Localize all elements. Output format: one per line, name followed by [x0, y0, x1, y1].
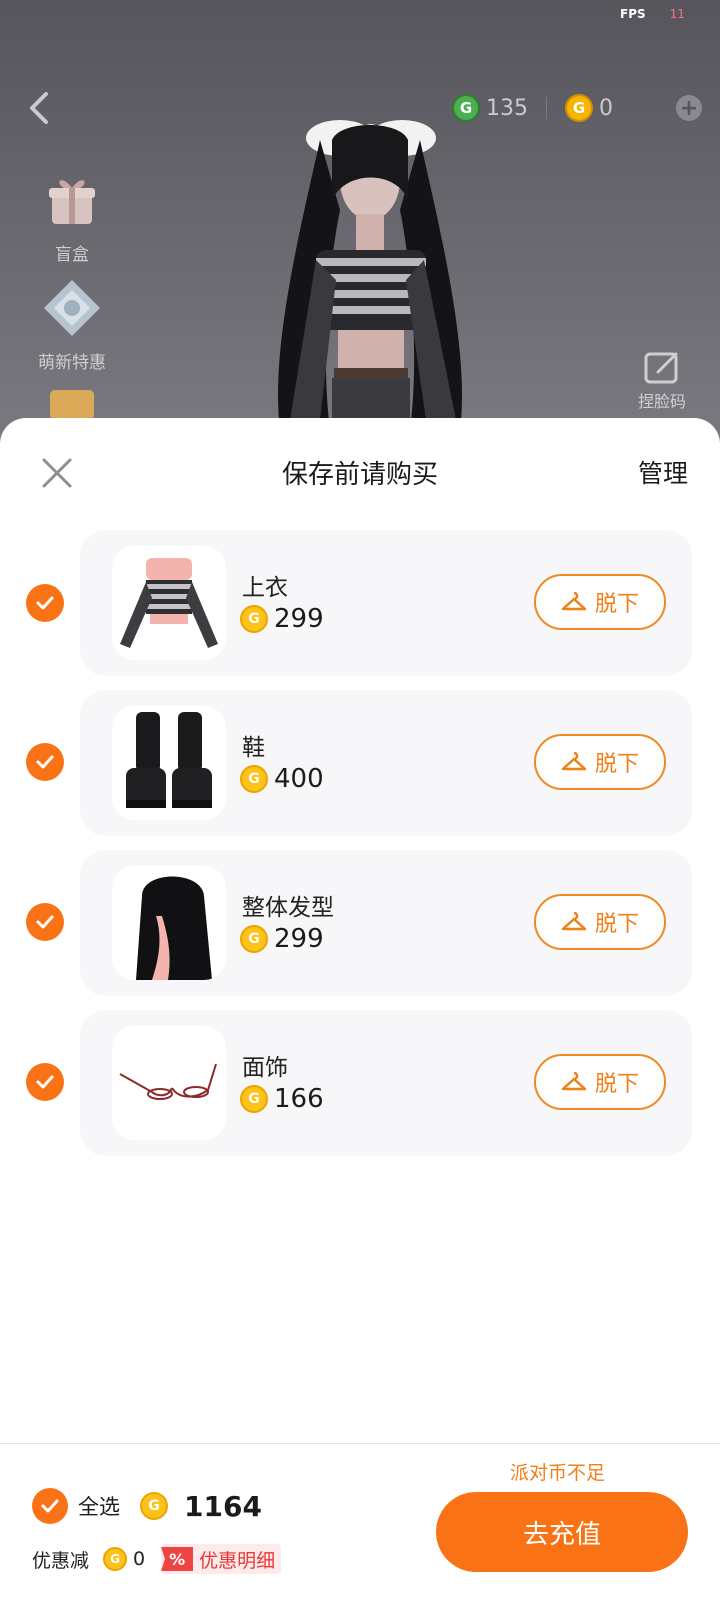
item-price-value: 166 [274, 1084, 324, 1114]
glasses-image [119, 1063, 217, 1100]
hanger-icon [561, 591, 587, 611]
checkmark-icon [36, 596, 54, 610]
item-checkbox[interactable] [26, 1063, 64, 1101]
discount-value: 0 [133, 1548, 146, 1570]
newbie-gift-icon [44, 280, 100, 336]
discount-row: 优惠减 G 0 % 优惠明细 [32, 1544, 282, 1574]
recharge-button[interactable]: 去充值 [436, 1492, 688, 1572]
item-checkbox[interactable] [26, 903, 64, 941]
item-name: 整体发型 [242, 895, 334, 921]
hanger-icon [561, 751, 587, 771]
select-all-toggle[interactable]: 全选 G 1164 [32, 1488, 262, 1524]
boots-image [126, 712, 212, 808]
item-list: 上衣 G 299 脱下 鞋 G 400 脱下 整体发型 G 299 脱下 面饰 … [0, 530, 720, 1178]
sheet-header: 保存前请购买 管理 [0, 418, 720, 514]
take-off-label: 脱下 [594, 592, 639, 617]
gift-box-icon [49, 180, 95, 224]
fps-value: 11 [669, 7, 685, 21]
item-card: 整体发型 G 299 脱下 [80, 850, 692, 996]
item-card: 面饰 G 166 脱下 [80, 1010, 692, 1156]
discount-detail-button[interactable]: % 优惠明细 [161, 1544, 282, 1574]
fps-label: FPS [620, 7, 646, 21]
coin-icon: G [240, 925, 268, 953]
purchase-sheet: 保存前请购买 管理 上衣 G 299 脱下 鞋 G 400 脱下 整体发型 G … [0, 418, 720, 1600]
edit-face-icon [644, 352, 678, 384]
coin-icon: G [240, 1085, 268, 1113]
checkmark-icon [41, 1499, 59, 1513]
item-thumbnail [112, 1026, 226, 1140]
item-price-value: 299 [274, 924, 324, 954]
avatar-scene: FPS 11 G 135 G 0 + 盲盒 萌新特惠 捏脸码 [0, 0, 720, 440]
item-name: 面饰 [242, 1055, 288, 1081]
item-price: G 299 [240, 924, 324, 954]
sheet-title: 保存前请购买 [281, 460, 438, 490]
discount-tag-icon: % [161, 1547, 194, 1571]
avatar-character [278, 120, 462, 440]
item-price: G 166 [240, 1084, 324, 1114]
gold-coin-icon: G [565, 94, 593, 122]
select-all-label: 全选 [78, 1495, 120, 1519]
back-arrow-icon[interactable] [24, 88, 54, 128]
add-currency-button[interactable]: + [676, 95, 702, 121]
list-item: 鞋 G 400 脱下 [0, 690, 720, 854]
coin-icon: G [140, 1492, 168, 1520]
currency-divider [546, 97, 547, 119]
fps-counter: FPS 11 [620, 7, 685, 21]
manage-button[interactable]: 管理 [638, 454, 688, 490]
item-price: G 299 [240, 604, 324, 634]
take-off-label: 脱下 [594, 752, 639, 777]
list-item: 整体发型 G 299 脱下 [0, 850, 720, 1016]
item-price-value: 400 [274, 764, 324, 794]
sidebar-item-blind-box[interactable]: 盲盒 [36, 168, 108, 265]
face-code-label: 捏脸码 [637, 392, 686, 411]
list-item: 面饰 G 166 脱下 [0, 1010, 720, 1178]
list-item: 上衣 G 299 脱下 [0, 530, 720, 692]
discount-detail-label: 优惠明细 [199, 1549, 276, 1572]
hanger-icon [561, 1071, 587, 1091]
item-checkbox[interactable] [26, 584, 64, 622]
coin-icon: G [240, 605, 268, 633]
item-thumbnail [112, 546, 226, 660]
sidebar-item-label: 盲盒 [55, 245, 89, 265]
take-off-label: 脱下 [594, 1072, 639, 1097]
item-thumbnail [112, 706, 226, 820]
take-off-button[interactable]: 脱下 [534, 734, 666, 790]
item-price: G 400 [240, 764, 324, 794]
coin-icon: G [240, 765, 268, 793]
total-price: 1164 [184, 1489, 262, 1523]
item-checkbox[interactable] [26, 743, 64, 781]
hanger-icon [561, 911, 587, 931]
item-thumbnail [112, 866, 226, 980]
checkout-bar: 全选 G 1164 优惠减 G 0 % 优惠明细 派对币不足 去充值 [0, 1443, 720, 1600]
checkmark-icon [36, 915, 54, 929]
sidebar-item-label: 萌新特惠 [38, 353, 106, 373]
item-card: 上衣 G 299 脱下 [80, 530, 692, 676]
hairstyle-image [136, 876, 212, 980]
coin-icon: G [103, 1547, 128, 1571]
take-off-button[interactable]: 脱下 [534, 894, 666, 950]
checkmark-icon [36, 755, 54, 769]
face-code-button[interactable]: 捏脸码 [630, 350, 694, 412]
take-off-label: 脱下 [594, 912, 639, 937]
green-coin-balance: 135 [486, 95, 528, 121]
take-off-button[interactable]: 脱下 [534, 574, 666, 630]
item-name: 鞋 [242, 735, 265, 761]
item-price-value: 299 [274, 604, 324, 634]
item-name: 上衣 [242, 575, 288, 601]
gold-coin-balance: 0 [599, 95, 613, 121]
striped-top-image [120, 558, 218, 648]
insufficient-funds-notice: 派对币不足 [510, 1462, 606, 1484]
discount-label: 优惠减 [32, 1549, 90, 1572]
sidebar-item-newbie-deal[interactable]: 萌新特惠 [36, 276, 108, 373]
select-all-checkbox[interactable] [32, 1488, 68, 1524]
checkmark-icon [36, 1075, 54, 1089]
item-card: 鞋 G 400 脱下 [80, 690, 692, 836]
take-off-button[interactable]: 脱下 [534, 1054, 666, 1110]
